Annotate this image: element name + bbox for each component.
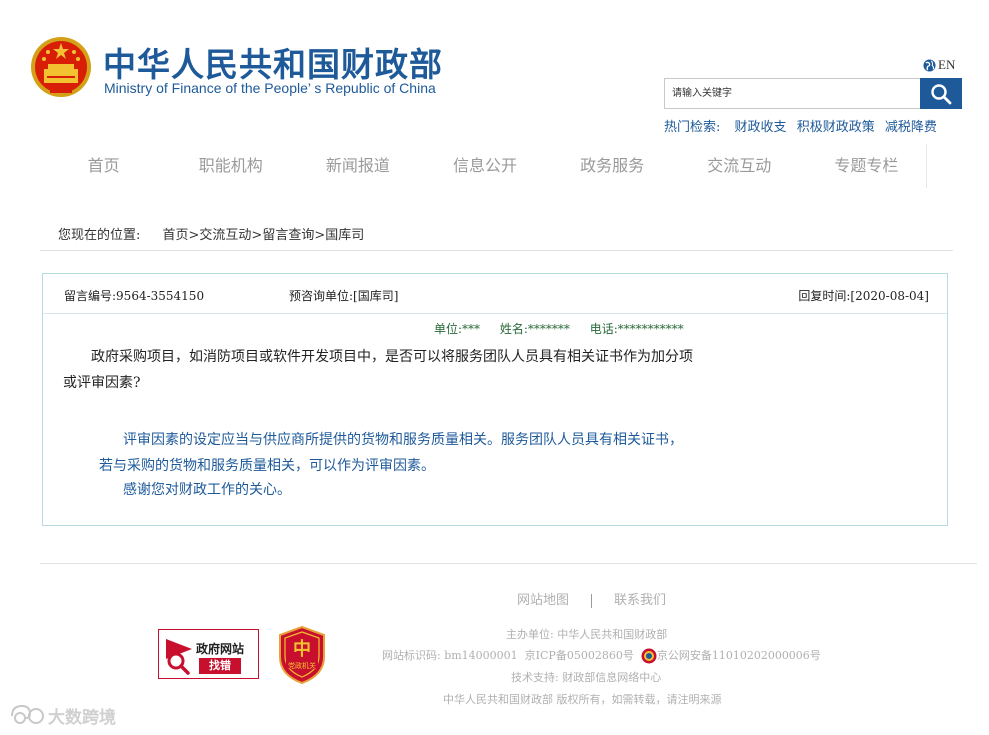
asker-unit: 单位:*** bbox=[434, 322, 481, 336]
asker-name: 姓名:******* bbox=[499, 322, 570, 336]
icp-link[interactable]: 京ICP备05002860号 bbox=[525, 649, 634, 662]
site-id: 网站标识码: bm14000001 bbox=[382, 649, 518, 662]
asker-phone: 电话:*********** bbox=[589, 322, 684, 336]
nav-home[interactable]: 首页 bbox=[40, 144, 167, 188]
nav-special-topics[interactable]: 专题专栏 bbox=[803, 144, 930, 188]
footer-copyright: 中华人民共和国财政部 版权所有，如需转载，请注明来源 bbox=[443, 693, 722, 706]
question-text: 政府采购项目，如消防项目或软件开发项目中，是否可以将服务团队人员具有相关证书作为… bbox=[63, 349, 693, 391]
search-icon bbox=[931, 83, 952, 104]
svg-text:中: 中 bbox=[293, 638, 311, 660]
party-badge-text: 党政机关 bbox=[288, 661, 316, 670]
lang-switch[interactable]: EN bbox=[923, 57, 955, 73]
footer-registration: 网站标识码: bm14000001 京ICP备05002860号 京公网安备11… bbox=[382, 647, 821, 664]
hot-search-item[interactable]: 减税降费 bbox=[885, 120, 937, 135]
message-unit: 预咨询单位:[国库司] bbox=[289, 289, 399, 303]
breadcrumb-label: 您现在的位置: bbox=[58, 228, 141, 243]
nav-news[interactable]: 新闻报道 bbox=[294, 144, 421, 188]
contact-link[interactable]: 联系我们 bbox=[614, 593, 666, 608]
watermark-text: 大数跨境 bbox=[48, 707, 116, 728]
thanks-text: 感谢您对财政工作的关心。 bbox=[123, 482, 291, 498]
footer-links: 网站地图 联系我们 bbox=[517, 589, 666, 608]
answer-text: 评审因素的设定应当与供应商所提供的货物和服务质量相关。服务团队人员具有相关证书，… bbox=[99, 432, 683, 474]
national-emblem-icon bbox=[31, 37, 91, 97]
site-title-cn[interactable]: 中华人民共和国财政部 bbox=[103, 38, 443, 86]
nav-departments[interactable]: 职能机构 bbox=[167, 144, 294, 188]
gov-site-report-badge[interactable]: 政府网站 找错 bbox=[158, 629, 259, 679]
footer-host: 主办单位: 中华人民共和国财政部 bbox=[506, 628, 668, 641]
nav-gov-services[interactable]: 政务服务 bbox=[549, 144, 676, 188]
gov-badge-title: 政府网站 bbox=[196, 642, 245, 656]
footer-divider bbox=[40, 563, 977, 564]
nav-interaction[interactable]: 交流互动 bbox=[676, 144, 803, 188]
search-button[interactable] bbox=[920, 78, 962, 109]
message-header: 留言编号:9564-3554150 预咨询单位:[国库司] 回复时间:[2020… bbox=[43, 274, 947, 314]
gov-badge-sub: 找错 bbox=[199, 658, 241, 674]
message-panel: 留言编号:9564-3554150 预咨询单位:[国库司] 回复时间:[2020… bbox=[42, 273, 948, 526]
footer-link-separator bbox=[591, 593, 593, 608]
footer-tech: 技术支持: 财政部信息网络中心 bbox=[511, 671, 662, 684]
asker-info: 单位:*** 姓名:******* 电话:*********** bbox=[434, 320, 700, 337]
watermark-logo: 大数跨境 bbox=[11, 704, 116, 728]
breadcrumb: 您现在的位置: 首页>交流互动>留言查询>国库司 bbox=[58, 224, 364, 243]
party-gov-organ-badge[interactable]: 中 党政机关 bbox=[277, 625, 327, 685]
hot-search: 热门检索: 财政收支 积极财政政策 减税降费 bbox=[664, 116, 943, 135]
search-input[interactable] bbox=[665, 79, 920, 108]
sitemap-link[interactable]: 网站地图 bbox=[517, 593, 569, 608]
search-box bbox=[664, 78, 962, 109]
globe-icon bbox=[923, 58, 936, 72]
nav-divider bbox=[926, 144, 927, 188]
police-record-link[interactable]: 京公网安备11010202000006号 bbox=[657, 649, 821, 662]
reply-time: 回复时间:[2020-08-04] bbox=[798, 289, 929, 303]
magnifier-icon bbox=[166, 639, 192, 675]
lang-label: EN bbox=[938, 57, 956, 72]
hot-search-item[interactable]: 财政收支 bbox=[735, 120, 787, 135]
hot-search-label: 热门检索: bbox=[664, 120, 721, 135]
nav-info-disclosure[interactable]: 信息公开 bbox=[421, 144, 548, 188]
police-badge-icon bbox=[641, 648, 657, 664]
main-nav: 首页 职能机构 新闻报道 信息公开 政务服务 交流互动 专题专栏 bbox=[40, 144, 930, 188]
site-title-en[interactable]: Ministry of Finance of the People’ s Rep… bbox=[104, 80, 436, 96]
divider bbox=[40, 250, 953, 251]
hot-search-item[interactable]: 积极财政政策 bbox=[797, 120, 875, 135]
breadcrumb-path[interactable]: 首页>交流互动>留言查询>国库司 bbox=[163, 228, 365, 243]
message-id: 留言编号:9564-3554150 bbox=[64, 289, 205, 303]
